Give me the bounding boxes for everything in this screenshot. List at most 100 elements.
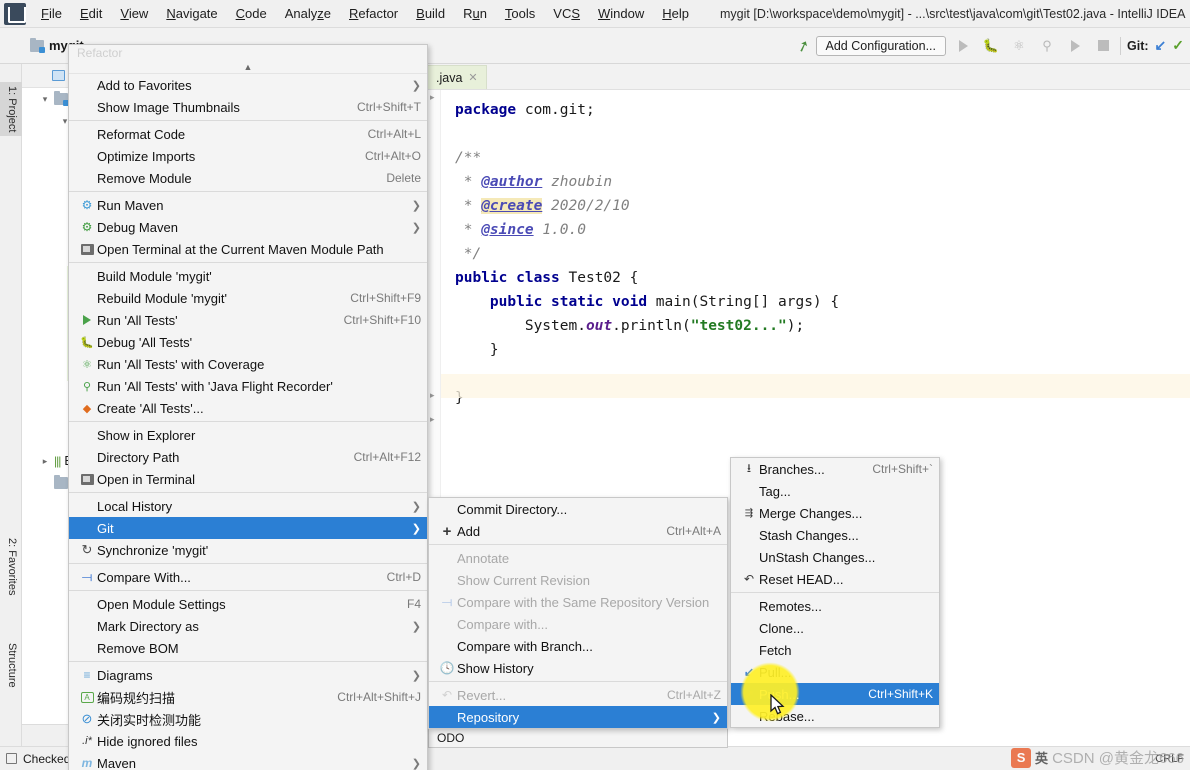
module-menu-item-open-in-terminal[interactable]: Open in Terminal bbox=[69, 468, 427, 490]
module-menu-item-open-terminal-at-the-current-maven-module-path[interactable]: Open Terminal at the Current Maven Modul… bbox=[69, 238, 427, 260]
repository-menu-item-merge-changes[interactable]: ⇶ Merge Changes... bbox=[731, 502, 939, 524]
repository-menu-item-push[interactable]: ↗ Push... Ctrl+Shift+K bbox=[731, 683, 939, 705]
git-menu-item-add[interactable]: + Add Ctrl+Alt+A bbox=[429, 520, 727, 542]
module-menu-item-hide-ignored-files[interactable]: .i* Hide ignored files bbox=[69, 730, 427, 752]
module-menu-item-rebuild-module-mygit[interactable]: Rebuild Module 'mygit' Ctrl+Shift+F9 bbox=[69, 287, 427, 309]
chevron-right-icon: ❯ bbox=[411, 669, 421, 682]
repository-menu-item-tag[interactable]: Tag... bbox=[731, 480, 939, 502]
run-icon[interactable] bbox=[952, 35, 974, 57]
profile-icon[interactable]: ⚲ bbox=[1036, 35, 1058, 57]
module-menu-item-debug-maven[interactable]: ⚙ Debug Maven ❯ bbox=[69, 216, 427, 238]
repository-menu-item-rebase[interactable]: Rebase... bbox=[731, 705, 939, 727]
menu-code[interactable]: Code bbox=[227, 3, 276, 24]
build-hammer-icon[interactable]: ➚ bbox=[794, 35, 813, 56]
chevron-down-icon[interactable]: ▾ bbox=[40, 94, 50, 105]
menu-tools[interactable]: Tools bbox=[496, 3, 544, 24]
repository-menu-item-pull[interactable]: ↙ Pull... bbox=[731, 661, 939, 683]
menu-edit[interactable]: Edit bbox=[71, 3, 111, 24]
terminal-icon bbox=[77, 473, 97, 485]
module-menu-item-run-all-tests-with-java-flight-recorder[interactable]: ⚲ Run 'All Tests' with 'Java Flight Recor… bbox=[69, 375, 427, 397]
context-menu-git[interactable]: Commit Directory... + Add Ctrl+Alt+A Annotat… bbox=[428, 497, 728, 729]
sidebar-item-favorites[interactable]: 2: Favorites bbox=[0, 534, 22, 599]
sidebar-item-structure[interactable]: Structure bbox=[0, 639, 22, 692]
module-menu-item-open-module-settings[interactable]: Open Module Settings F4 bbox=[69, 593, 427, 615]
context-menu-cut-item: Refactor bbox=[77, 45, 123, 60]
module-menu-item-diagrams[interactable]: ≡ Diagrams ❯ bbox=[69, 664, 427, 686]
module-menu-item-synchronize-mygit[interactable]: ↻ Synchronize 'mygit' bbox=[69, 539, 427, 561]
menu-file[interactable]: File bbox=[32, 3, 71, 24]
stop-icon[interactable] bbox=[1092, 35, 1114, 57]
menu-navigate[interactable]: Navigate bbox=[157, 3, 226, 24]
module-menu-item-debug-all-tests[interactable]: 🐛 Debug 'All Tests' bbox=[69, 331, 427, 353]
module-menu-item-local-history[interactable]: Local History ❯ bbox=[69, 495, 427, 517]
menu-refactor[interactable]: Refactor bbox=[340, 3, 407, 24]
module-menu-item-run-all-tests[interactable]: Run 'All Tests' Ctrl+Shift+F10 bbox=[69, 309, 427, 331]
menu-help[interactable]: Help bbox=[653, 3, 698, 24]
sidebar-item-project[interactable]: 1: Project bbox=[0, 82, 22, 137]
update-project-icon[interactable]: ↙ bbox=[1155, 37, 1167, 54]
scroll-up-arrow-icon[interactable]: ▲ bbox=[69, 60, 427, 74]
git-menu-item-repository[interactable]: Repository ❯ bbox=[429, 706, 727, 728]
module-menu-item-git[interactable]: Git ❯ bbox=[69, 517, 427, 539]
repository-menu-item-remotes[interactable]: Remotes... bbox=[731, 595, 939, 617]
menu-item-shortcut: Ctrl+Shift+F9 bbox=[350, 291, 421, 305]
module-menu-item-关闭实时检测功能[interactable]: ⊘ 关闭实时检测功能 bbox=[69, 708, 427, 730]
git-menu-item-show-current-revision: Show Current Revision bbox=[429, 569, 727, 591]
menu-item-label: Build Module 'mygit' bbox=[97, 268, 212, 284]
repository-menu-item-fetch[interactable]: Fetch bbox=[731, 639, 939, 661]
run2-icon[interactable] bbox=[1064, 35, 1086, 57]
chevron-right-icon[interactable]: ▸ bbox=[40, 456, 50, 467]
add-configuration-button[interactable]: Add Configuration... bbox=[815, 35, 946, 56]
menu-view[interactable]: View bbox=[111, 3, 157, 24]
repository-menu-item-unstash-changes[interactable]: UnStash Changes... bbox=[731, 546, 939, 568]
editor-tab-test02[interactable]: .java ✕ bbox=[427, 65, 487, 89]
menu-analyze[interactable]: Analyze bbox=[276, 3, 340, 24]
git-menu-item-compare-with-branch[interactable]: Compare with Branch... bbox=[429, 635, 727, 657]
menu-item-label: Compare with Branch... bbox=[457, 638, 593, 654]
menu-window[interactable]: Window bbox=[589, 3, 653, 24]
module-menu-item-remove-bom[interactable]: Remove BOM bbox=[69, 637, 427, 659]
debug-icon[interactable]: 🐛 bbox=[980, 35, 1002, 57]
git-menu-item-commit-directory[interactable]: Commit Directory... bbox=[429, 498, 727, 520]
repository-menu-item-stash-changes[interactable]: Stash Changes... bbox=[731, 524, 939, 546]
toolbar-actions: ➚ Add Configuration... 🐛 ⚛ ⚲ Git: ↙ ✓ bbox=[794, 35, 1190, 57]
close-icon[interactable]: ✕ bbox=[468, 71, 477, 84]
module-menu-item-directory-path[interactable]: Directory Path Ctrl+Alt+F12 bbox=[69, 446, 427, 468]
module-menu-item-add-to-favorites[interactable]: Add to Favorites ❯ bbox=[69, 74, 427, 96]
menu-item-shortcut: Ctrl+Alt+Shift+J bbox=[337, 690, 421, 704]
repository-menu-item-reset-head[interactable]: ↶ Reset HEAD... bbox=[731, 568, 939, 590]
module-menu-item-remove-module[interactable]: Remove Module Delete bbox=[69, 167, 427, 189]
module-menu-item-maven[interactable]: m Maven ❯ bbox=[69, 752, 427, 770]
module-menu-item-build-module-mygit[interactable]: Build Module 'mygit' bbox=[69, 265, 427, 287]
module-menu-item-reformat-code[interactable]: Reformat Code Ctrl+Alt+L bbox=[69, 123, 427, 145]
push-icon: ↗ bbox=[743, 687, 755, 701]
module-menu-item-optimize-imports[interactable]: Optimize Imports Ctrl+Alt+O bbox=[69, 145, 427, 167]
fold-arrow-icon[interactable]: ▸ bbox=[430, 92, 435, 103]
context-menu-repository[interactable]: ⭳ Branches... Ctrl+Shift+` Tag... ⇶ Merge Cha… bbox=[730, 457, 940, 728]
fold-arrow-icon[interactable]: ▸ bbox=[430, 390, 435, 401]
main-menu-bar[interactable]: File Edit View Navigate Code Analyze Ref… bbox=[32, 3, 698, 24]
module-menu-item-show-image-thumbnails[interactable]: Show Image Thumbnails Ctrl+Shift+T bbox=[69, 96, 427, 118]
repository-menu-item-clone[interactable]: Clone... bbox=[731, 617, 939, 639]
fold-arrow-icon[interactable]: ▸ bbox=[430, 414, 435, 425]
module-menu-item-mark-directory-as[interactable]: Mark Directory as ❯ bbox=[69, 615, 427, 637]
menu-item-label: Tag... bbox=[759, 483, 791, 499]
checkbox-icon[interactable] bbox=[6, 753, 17, 764]
context-menu-module[interactable]: Refactor ▲ Add to Favorites ❯ Show Image T… bbox=[68, 44, 428, 770]
module-menu-item-compare-with[interactable]: ⟞ Compare With... Ctrl+D bbox=[69, 566, 427, 588]
module-menu-item-create-all-tests[interactable]: ◆ Create 'All Tests'... bbox=[69, 397, 427, 419]
menu-vcs[interactable]: VCS bbox=[544, 3, 589, 24]
menu-run[interactable]: Run bbox=[454, 3, 496, 24]
module-menu-item-show-in-explorer[interactable]: Show in Explorer bbox=[69, 424, 427, 446]
menu-build[interactable]: Build bbox=[407, 3, 454, 24]
module-menu-item-编码规约扫描[interactable]: A 编码规约扫描 Ctrl+Alt+Shift+J bbox=[69, 686, 427, 708]
menu-item-label: Annotate bbox=[457, 550, 510, 566]
commit-icon[interactable]: ✓ bbox=[1172, 37, 1184, 54]
git-menu-item-show-history[interactable]: 🕓 Show History bbox=[429, 657, 727, 679]
scratches-icon bbox=[54, 475, 68, 489]
module-menu-item-run-maven[interactable]: ⚙ Run Maven ❯ bbox=[69, 194, 427, 216]
repository-menu-item-branches[interactable]: ⭳ Branches... Ctrl+Shift+` bbox=[731, 458, 939, 480]
menu-item-label: Fetch bbox=[759, 642, 792, 658]
run-coverage-icon[interactable]: ⚛ bbox=[1008, 35, 1030, 57]
module-menu-item-run-all-tests-with-coverage[interactable]: ⚛ Run 'All Tests' with Coverage bbox=[69, 353, 427, 375]
